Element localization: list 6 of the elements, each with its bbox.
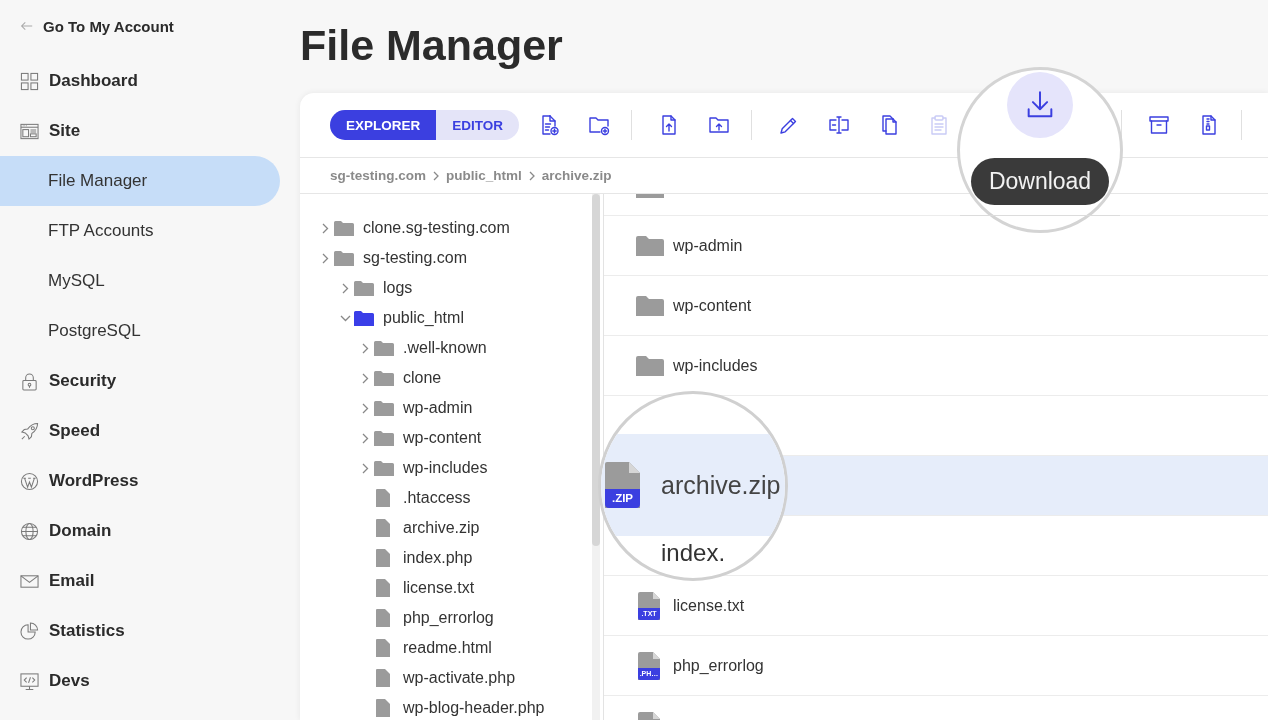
- page-title: File Manager: [300, 20, 563, 71]
- tooltip: Download: [970, 158, 1110, 205]
- breadcrumb-current: archive.zip: [541, 168, 612, 183]
- file-name: archive.zip: [661, 470, 781, 500]
- file-icon: .ZIP: [605, 462, 640, 508]
- file-name: index.: [661, 540, 726, 566]
